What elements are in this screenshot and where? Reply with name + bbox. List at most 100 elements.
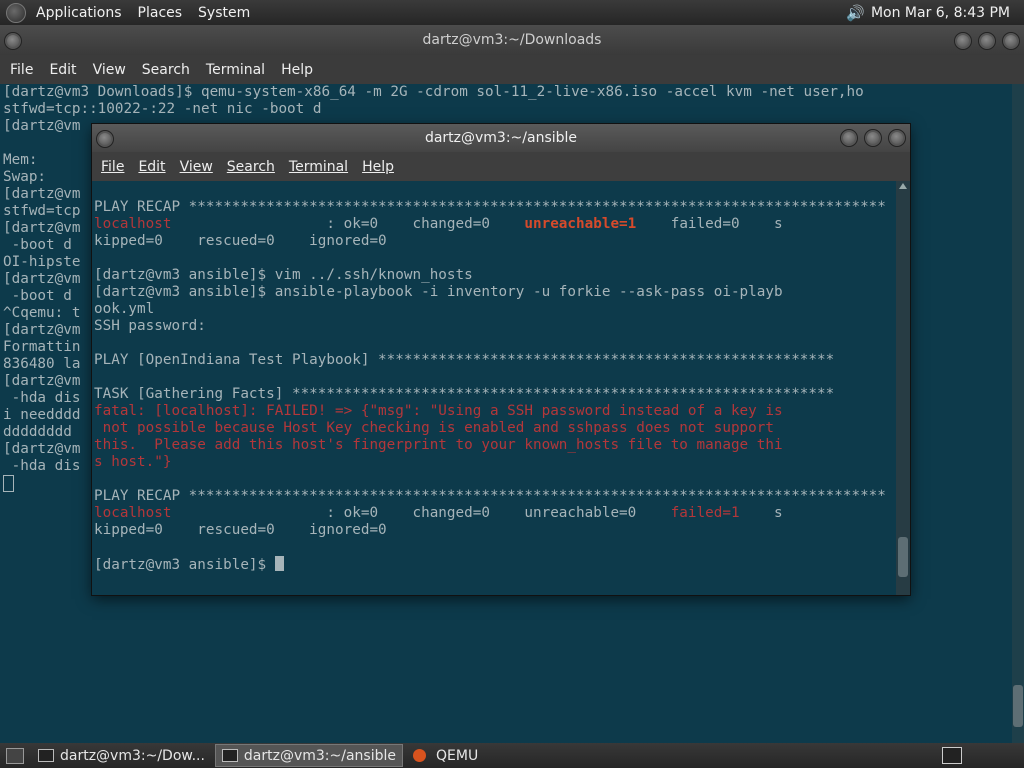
task-label: dartz@vm3:~/Dow...: [60, 747, 205, 764]
task-label: dartz@vm3:~/ansible: [243, 747, 397, 764]
window-title: dartz@vm3:~/Downloads: [422, 32, 602, 48]
terminal-line: SSH password:: [94, 318, 892, 335]
window-titlebar[interactable]: dartz@vm3:~/ansible: [92, 124, 910, 152]
show-desktop-button[interactable]: [6, 747, 24, 764]
menubar: File Edit View Search Terminal Help: [92, 152, 910, 181]
menu-terminal[interactable]: Terminal: [198, 62, 273, 78]
window-title: dartz@vm3:~/ansible: [424, 130, 578, 146]
window-titlebar[interactable]: dartz@vm3:~/Downloads: [0, 25, 1024, 55]
terminal-line: fatal: [localhost]: FAILED! => {"msg": "…: [94, 403, 892, 420]
menu-view[interactable]: View: [85, 62, 134, 78]
menu-edit[interactable]: Edit: [41, 62, 84, 78]
terminal-text: this. Please add this host's fingerprint…: [94, 437, 783, 453]
terminal-icon: [221, 749, 238, 762]
scrollbar[interactable]: [1012, 84, 1024, 743]
minimize-button[interactable]: [954, 32, 972, 50]
terminal-text: not possible because Host Key checking i…: [94, 420, 774, 436]
terminal-text: : ok=0 changed=0 unreachable=0: [171, 505, 671, 521]
minimize-button[interactable]: [840, 129, 858, 147]
menu-applications[interactable]: Applications: [28, 5, 130, 21]
terminal-text: localhost: [94, 505, 172, 521]
menu-system[interactable]: System: [190, 5, 258, 21]
terminal-text: [dartz@vm3 ansible]$ vim ../.ssh/known_h…: [94, 267, 473, 283]
terminal-text: s host."}: [94, 454, 172, 470]
terminal-text: [dartz@vm3 ansible]$ ansible-playbook -i…: [94, 284, 783, 300]
gnome-foot-icon[interactable]: [6, 2, 26, 23]
terminal-line: [dartz@vm3 ansible]$ ansible-playbook -i…: [94, 284, 892, 301]
bottom-taskbar: dartz@vm3:~/Dow... dartz@vm3:~/ansible Q…: [0, 743, 1024, 768]
menu-edit[interactable]: Edit: [131, 159, 172, 175]
terminal-line: PLAY RECAP *****************************…: [94, 199, 892, 216]
terminal-output[interactable]: PLAY RECAP *****************************…: [94, 181, 892, 595]
terminal-text: : ok=0 changed=0: [171, 216, 525, 232]
terminal-cursor: [274, 556, 284, 571]
close-button[interactable]: [888, 129, 906, 147]
terminal-line: kipped=0 rescued=0 ignored=0: [94, 522, 892, 539]
terminal-text: [dartz@vm3 ansible]$: [94, 557, 275, 573]
terminal-text: unreachable=1: [524, 216, 637, 232]
terminal-icon: [38, 749, 54, 762]
maximize-button[interactable]: [978, 32, 996, 50]
scroll-up-arrow-icon[interactable]: [899, 183, 907, 189]
terminal-line: ook.yml: [94, 301, 892, 318]
terminal-line: s host."}: [94, 454, 892, 471]
window-controls: [954, 32, 1020, 50]
menu-search[interactable]: Search: [220, 159, 282, 175]
terminal-text: localhost: [94, 216, 172, 232]
terminal-line: localhost : ok=0 changed=0 unreachable=0…: [94, 505, 892, 522]
scrollbar[interactable]: [896, 181, 910, 595]
volume-icon[interactable]: 🔊: [846, 4, 865, 22]
menu-view[interactable]: View: [173, 159, 220, 175]
menu-file[interactable]: File: [2, 62, 41, 78]
menu-search[interactable]: Search: [134, 62, 198, 78]
qemu-icon: [413, 749, 427, 762]
terminal-line: this. Please add this host's fingerprint…: [94, 437, 892, 454]
scrollbar-thumb[interactable]: [898, 537, 908, 577]
terminal-line: [dartz@vm3 Downloads]$ qemu-system-x86_6…: [3, 84, 864, 100]
terminal-text: SSH password:: [94, 318, 206, 334]
terminal-line: not possible because Host Key checking i…: [94, 420, 892, 437]
terminal-text: PLAY RECAP *****************************…: [94, 488, 886, 504]
window-menu-button[interactable]: [4, 32, 22, 50]
terminal-line: [dartz@vm3 ansible]$: [94, 556, 892, 573]
window-menu-icon: [4, 32, 22, 50]
terminal-text: PLAY [OpenIndiana Test Playbook] *******…: [94, 352, 835, 368]
menu-help[interactable]: Help: [355, 159, 401, 175]
close-button[interactable]: [1002, 32, 1020, 50]
terminal-text: PLAY RECAP *****************************…: [94, 199, 886, 215]
menu-help[interactable]: Help: [273, 62, 321, 78]
terminal-text: TASK [Gathering Facts] *****************…: [94, 386, 835, 402]
terminal-line: PLAY [OpenIndiana Test Playbook] *******…: [94, 352, 892, 369]
window-controls: [840, 129, 906, 147]
workspace-switcher[interactable]: [942, 747, 962, 764]
terminal-line: TASK [Gathering Facts] *****************…: [94, 386, 892, 403]
terminal-line: stfwd=tcp::10022-:22 -net nic -boot d: [3, 101, 322, 117]
terminal-line: PLAY RECAP *****************************…: [94, 488, 892, 505]
task-terminal-downloads[interactable]: dartz@vm3:~/Dow...: [32, 745, 211, 766]
terminal-line: localhost : ok=0 changed=0 unreachable=1…: [94, 216, 892, 233]
maximize-button[interactable]: [864, 129, 882, 147]
menu-terminal[interactable]: Terminal: [282, 159, 355, 175]
menu-file[interactable]: File: [94, 159, 131, 175]
terminal-text: failed=1: [670, 505, 740, 521]
terminal-text: ook.yml: [94, 301, 155, 317]
terminal-window-ansible: dartz@vm3:~/ansible File Edit View Searc…: [92, 124, 910, 595]
terminal-text: failed=0 s: [636, 216, 783, 232]
window-menu-icon: [96, 130, 114, 148]
terminal-line: [dartz@vm3 ansible]$ vim ../.ssh/known_h…: [94, 267, 892, 284]
task-label: QEMU: [436, 747, 479, 764]
terminal-text: kipped=0 rescued=0 ignored=0: [94, 522, 387, 538]
scrollbar-thumb[interactable]: [1013, 685, 1023, 727]
clock[interactable]: Mon Mar 6, 8:43 PM: [871, 5, 1010, 21]
menu-places[interactable]: Places: [130, 5, 191, 21]
terminal-text: fatal: [localhost]: FAILED! => {"msg": "…: [94, 403, 783, 419]
task-qemu[interactable]: QEMU: [407, 745, 484, 766]
terminal-text: s: [739, 505, 783, 521]
task-terminal-ansible[interactable]: dartz@vm3:~/ansible: [214, 744, 404, 767]
window-menu-button[interactable]: [96, 130, 114, 148]
